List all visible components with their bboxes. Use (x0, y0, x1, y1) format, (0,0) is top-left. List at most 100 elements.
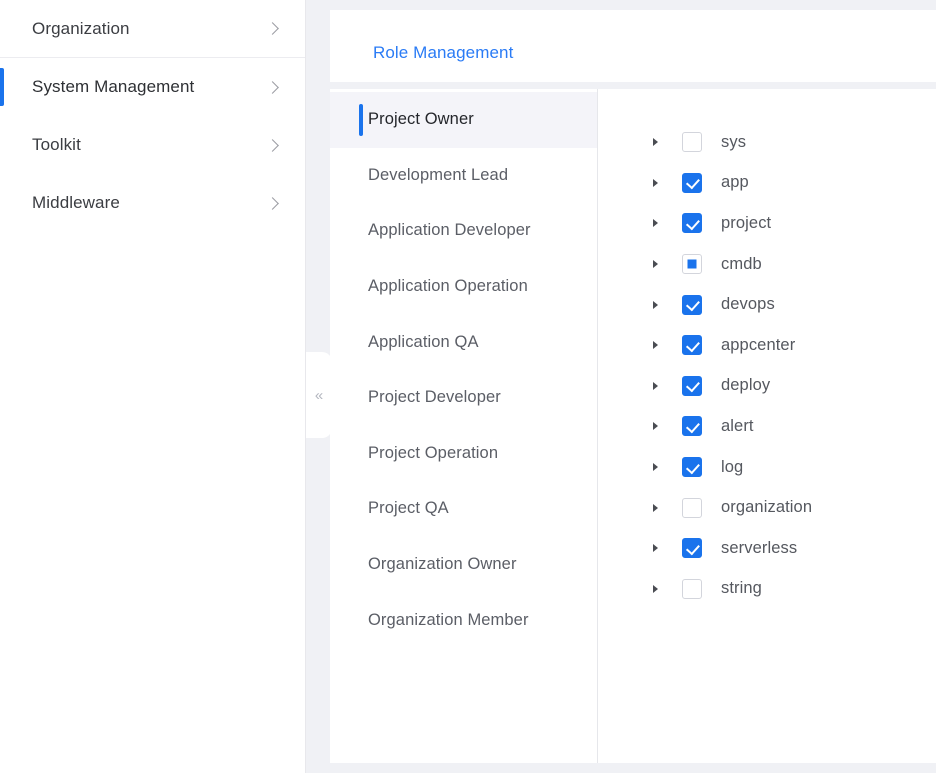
permission-tree-node: string (653, 569, 812, 610)
permission-node-label[interactable]: project (721, 214, 771, 233)
triangle-glyph (653, 544, 658, 553)
permission-checkbox[interactable] (682, 254, 702, 275)
triangle-glyph (653, 138, 658, 147)
role-list-item[interactable]: Application Developer (330, 203, 597, 259)
triangle-right-icon[interactable] (653, 584, 669, 593)
triangle-glyph (653, 341, 658, 350)
permission-tree-node: serverless (653, 528, 812, 569)
sidebar-collapse-handle[interactable]: « (306, 352, 332, 438)
triangle-right-icon[interactable] (653, 503, 669, 512)
permission-checkbox[interactable] (682, 335, 702, 356)
workspace: Role Management Project Owner Development… (306, 0, 936, 773)
permission-node-label[interactable]: devops (721, 295, 775, 314)
permission-node-label[interactable]: sys (721, 133, 746, 152)
permission-tree: sys app project cmdb devops appcenter deploy al… (653, 122, 812, 609)
sidebar-item-label: Middleware (32, 193, 120, 212)
chevron-right-icon (266, 196, 279, 210)
permission-checkbox[interactable] (682, 375, 702, 396)
triangle-right-icon[interactable] (653, 381, 669, 390)
triangle-right-icon[interactable] (653, 422, 669, 431)
role-list-item-label: Project Operation (368, 443, 499, 462)
permission-checkbox[interactable] (682, 132, 702, 153)
role-list: Project Owner Development Lead Application… (330, 89, 598, 763)
role-list-item[interactable]: Organization Member (330, 592, 597, 648)
triangle-right-icon[interactable] (653, 341, 669, 350)
role-list-item[interactable]: Development Lead (330, 148, 597, 204)
role-list-item[interactable]: Organization Owner (330, 537, 597, 593)
triangle-glyph (653, 584, 658, 593)
permission-tree-node: app (653, 163, 812, 204)
role-list-item-label: Application QA (368, 332, 479, 351)
permission-node-label[interactable]: string (721, 579, 762, 598)
sidebar-item-label: Organization (32, 18, 130, 38)
main-sidebar: Organization System Management Toolkit Midd… (0, 0, 306, 773)
sidebar-item-system-management[interactable]: System Management (0, 58, 305, 116)
permission-tree-node: deploy (653, 366, 812, 407)
triangle-right-icon[interactable] (653, 544, 669, 553)
role-list-item[interactable]: Project Owner (330, 92, 597, 148)
double-chevron-left-icon: « (314, 386, 324, 404)
role-list-item-label: Development Lead (368, 165, 509, 184)
sidebar-item-label: Toolkit (32, 135, 81, 154)
role-list-item-label: Project Developer (368, 388, 501, 407)
tab-role-management[interactable]: Role Management (373, 43, 513, 63)
role-selected-indicator (359, 103, 363, 136)
sidebar-item-label: System Management (32, 77, 195, 96)
triangle-glyph (653, 381, 658, 390)
chevron-right-icon (266, 22, 279, 35)
chevron-right-icon (266, 138, 279, 152)
triangle-glyph (653, 422, 658, 431)
role-list-item-label: Project QA (368, 499, 449, 518)
permission-tree-node: project (653, 203, 812, 244)
permission-tree-node: cmdb (653, 244, 812, 285)
permission-tree-node: appcenter (653, 325, 812, 366)
triangle-glyph (653, 260, 658, 269)
permission-node-label[interactable]: organization (721, 498, 812, 517)
role-list-item[interactable]: Project Developer (330, 370, 597, 426)
sidebar-item-organization[interactable]: Organization (0, 0, 305, 58)
role-list-item[interactable]: Project Operation (330, 426, 597, 482)
permission-node-label[interactable]: app (721, 173, 749, 192)
triangle-glyph (653, 463, 658, 472)
header-card: Role Management (330, 10, 936, 82)
permission-checkbox[interactable] (682, 213, 702, 234)
permission-node-label[interactable]: serverless (721, 539, 797, 558)
triangle-right-icon[interactable] (653, 463, 669, 472)
permission-panel: sys app project cmdb devops appcenter deploy al… (599, 89, 936, 763)
permission-tree-node: log (653, 447, 812, 488)
permission-node-label[interactable]: deploy (721, 376, 770, 395)
sidebar-item-toolkit[interactable]: Toolkit (0, 116, 305, 174)
sidebar-item-middleware[interactable]: Middleware (0, 174, 305, 232)
triangle-right-icon[interactable] (653, 260, 669, 269)
role-list-item[interactable]: Project QA (330, 481, 597, 537)
role-list-item-label: Organization Member (368, 610, 529, 629)
permission-tree-node: sys (653, 122, 812, 163)
permission-checkbox[interactable] (682, 294, 702, 315)
role-list-item-label: Project Owner (368, 110, 474, 129)
role-list-item[interactable]: Application Operation (330, 259, 597, 315)
triangle-glyph (653, 300, 658, 309)
permission-checkbox[interactable] (682, 172, 702, 193)
permission-checkbox[interactable] (682, 497, 702, 518)
permission-checkbox[interactable] (682, 416, 702, 437)
triangle-right-icon[interactable] (653, 300, 669, 309)
role-list-item-label: Application Developer (368, 221, 531, 240)
permission-tree-node: alert (653, 406, 812, 447)
role-management-page: Organization System Management Toolkit Midd… (0, 0, 936, 773)
triangle-glyph (653, 178, 658, 187)
triangle-glyph (653, 219, 658, 228)
role-list-item-label: Organization Owner (368, 555, 517, 574)
permission-checkbox[interactable] (682, 538, 702, 559)
permission-node-label[interactable]: log (721, 458, 743, 477)
permission-tree-node: devops (653, 284, 812, 325)
triangle-right-icon[interactable] (653, 219, 669, 228)
permission-checkbox[interactable] (682, 578, 702, 599)
permission-node-label[interactable]: appcenter (721, 336, 795, 355)
triangle-right-icon[interactable] (653, 138, 669, 147)
permission-node-label[interactable]: cmdb (721, 255, 762, 274)
triangle-right-icon[interactable] (653, 178, 669, 187)
permission-node-label[interactable]: alert (721, 417, 754, 436)
role-list-item-label: Application Operation (368, 277, 528, 296)
permission-checkbox[interactable] (682, 457, 702, 478)
role-list-item[interactable]: Application QA (330, 314, 597, 370)
